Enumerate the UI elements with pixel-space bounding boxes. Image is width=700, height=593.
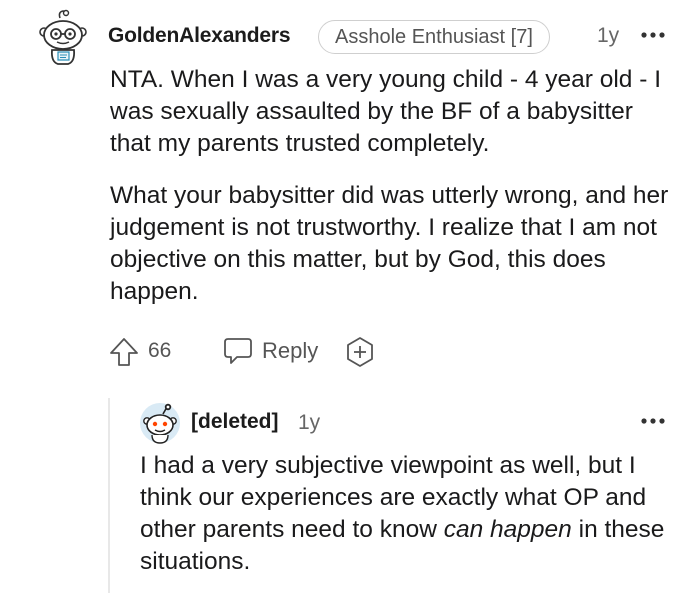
snoo-avatar-icon: [140, 403, 180, 444]
reply-text-italic: can happen: [443, 516, 572, 543]
reply-paragraph: I had a very subjective viewpoint as wel…: [140, 450, 680, 578]
thread-line[interactable]: [108, 398, 110, 593]
snoo-avatar-icon: [39, 9, 87, 65]
comment-author[interactable]: GoldenAlexanders: [108, 24, 291, 48]
comment-author: [deleted]: [191, 410, 279, 433]
comment-paragraph: What your babysitter did was utterly wro…: [110, 182, 669, 305]
user-flair: Asshole Enthusiast [7]: [318, 20, 550, 54]
more-options-icon[interactable]: [640, 412, 666, 430]
deleted-user-avatar: [138, 402, 182, 444]
award-plus-icon[interactable]: [344, 336, 376, 368]
comment-paragraph: NTA. When I was a very young child - 4 y…: [110, 66, 662, 157]
reply-button[interactable]: Reply: [222, 334, 318, 368]
user-avatar[interactable]: [36, 8, 90, 66]
more-options-icon[interactable]: [640, 26, 666, 44]
comment-timestamp[interactable]: 1y: [597, 24, 619, 48]
upvote-arrow-icon[interactable]: [108, 336, 140, 368]
comment-timestamp[interactable]: 1y: [298, 411, 320, 435]
reply-label: Reply: [262, 338, 319, 363]
vote-count: 66: [148, 339, 172, 362]
speech-bubble-icon: [222, 336, 254, 366]
